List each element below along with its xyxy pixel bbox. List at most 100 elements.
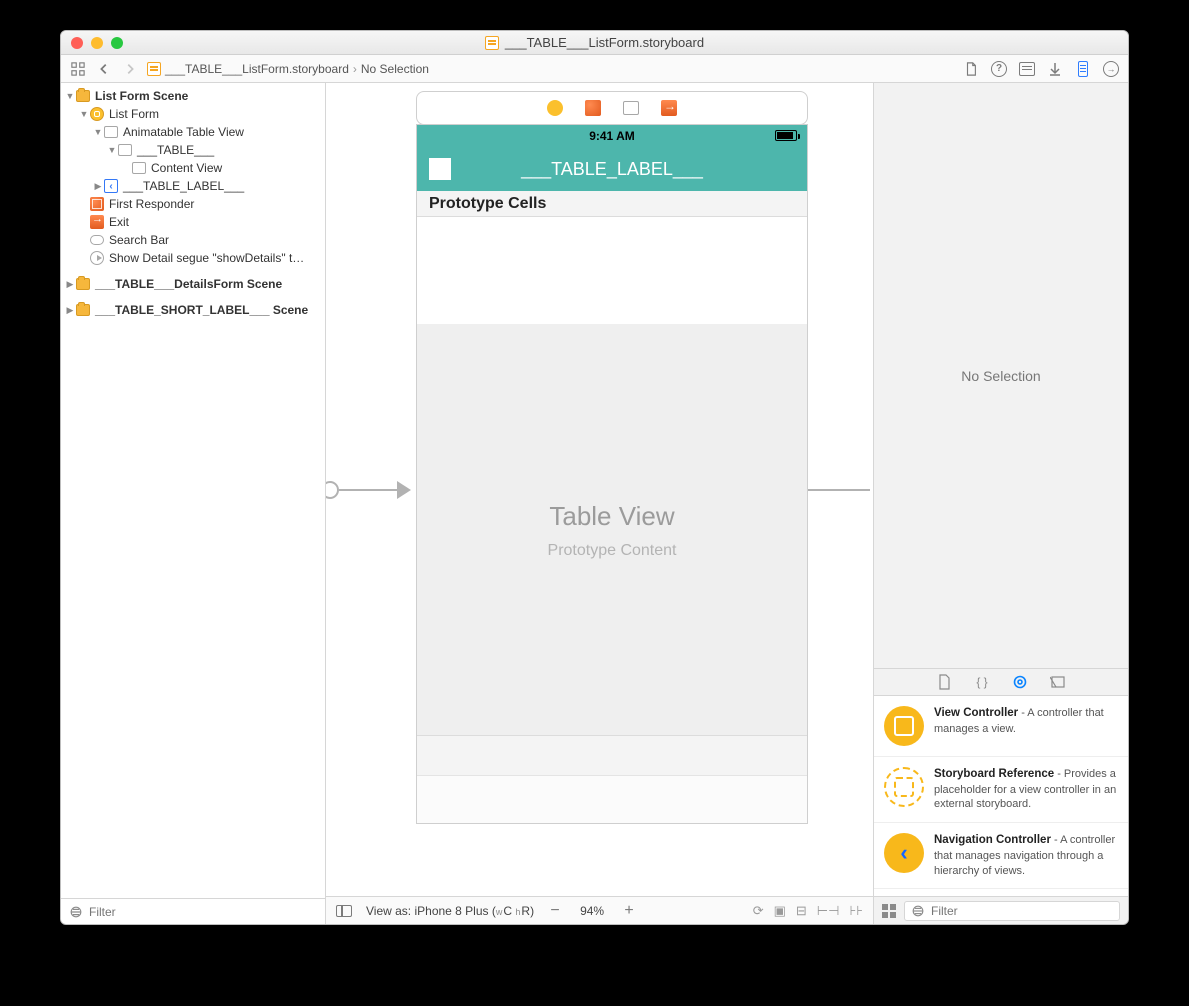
grid-view-icon[interactable]	[882, 904, 896, 918]
file-inspector-icon[interactable]	[962, 60, 980, 78]
view-icon	[118, 144, 132, 156]
object-library-list[interactable]: View Controller - A controller that mana…	[874, 696, 1128, 896]
library-item-storyboard-reference[interactable]: Storyboard Reference - Provides a placeh…	[874, 757, 1128, 823]
identity-inspector-icon[interactable]	[1018, 60, 1036, 78]
toolbar-placeholder[interactable]	[417, 735, 807, 775]
titlebar: ___TABLE___ListForm.storyboard	[61, 31, 1128, 55]
outline-label: Show Detail segue "showDetails" t…	[109, 251, 304, 265]
scene-canvas-item[interactable]: 9:41 AM ___TABLE_LABEL___ Prototype Cell…	[416, 91, 808, 831]
toggle-outline-icon[interactable]	[336, 905, 352, 917]
first-responder-icon	[90, 197, 104, 211]
inspector-empty: No Selection	[874, 83, 1128, 668]
zoom-out-button[interactable]: −	[548, 902, 562, 920]
outline-viewcontroller[interactable]: ▼List Form	[61, 105, 325, 123]
exit-icon[interactable]	[661, 100, 677, 116]
no-selection-label: No Selection	[961, 368, 1040, 384]
bottom-safe-area	[417, 775, 807, 823]
window-title: ___TABLE___ListForm.storyboard	[505, 35, 704, 50]
library-filter-input[interactable]	[931, 904, 1113, 918]
outline-label: First Responder	[109, 197, 194, 211]
outline-scene[interactable]: ▼List Form Scene	[61, 87, 325, 105]
segue-line-icon[interactable]	[806, 489, 870, 491]
library-item-title: View Controller	[934, 707, 1018, 719]
quick-help-icon[interactable]: ?	[990, 60, 1008, 78]
outline-filter	[61, 898, 325, 924]
outline-segue[interactable]: Show Detail segue "showDetails" t…	[61, 249, 325, 267]
outline-label: ___TABLE___	[137, 143, 214, 157]
canvas-bottom-bar: View as: iPhone 8 Plus (wC hR) − 94% + ⟳…	[326, 896, 873, 924]
navigation-bar[interactable]: ___TABLE_LABEL___	[417, 147, 807, 191]
outline-label: ___TABLE_LABEL___	[123, 179, 244, 193]
zoom-in-button[interactable]: +	[622, 902, 636, 920]
library-item-view-controller[interactable]: View Controller - A controller that mana…	[874, 696, 1128, 757]
filter-icon	[69, 905, 83, 919]
storyboard-file-icon	[485, 36, 499, 50]
disclosure-triangle-icon[interactable]: ▼	[107, 145, 117, 155]
outline-view[interactable]: ▼ ___TABLE___	[61, 141, 325, 159]
scene-icon	[76, 304, 90, 316]
outline-searchbar[interactable]: Search Bar	[61, 231, 325, 249]
inspector-panel: No Selection { } View Controller - A con…	[873, 83, 1128, 924]
view-icon	[132, 162, 146, 174]
segue-icon	[90, 251, 104, 265]
chevron-right-icon: ›	[353, 62, 357, 76]
object-library-icon[interactable]	[1012, 674, 1028, 690]
exit-icon	[90, 215, 104, 229]
outline-view[interactable]: ▼ Animatable Table View	[61, 123, 325, 141]
ib-canvas[interactable]: 9:41 AM ___TABLE_LABEL___ Prototype Cell…	[326, 83, 873, 924]
disclosure-triangle-icon[interactable]: ▶	[93, 181, 103, 192]
scene-dock[interactable]	[416, 91, 808, 125]
attributes-inspector-icon[interactable]	[1046, 60, 1064, 78]
bar-button-placeholder-icon[interactable]	[429, 158, 451, 180]
file-template-library-icon[interactable]	[936, 674, 952, 690]
first-responder-icon[interactable]	[585, 100, 601, 116]
outline-label: Content View	[151, 161, 222, 175]
disclosure-triangle-icon[interactable]: ▼	[93, 127, 103, 137]
update-frames-icon[interactable]: ⟳	[753, 903, 764, 919]
view-icon[interactable]	[623, 101, 639, 115]
nav-forward-icon[interactable]	[121, 60, 139, 78]
prototype-cell[interactable]	[417, 217, 807, 325]
size-inspector-icon[interactable]	[1074, 60, 1092, 78]
outline-navitem[interactable]: ▶‹___TABLE_LABEL___	[61, 177, 325, 195]
disclosure-triangle-icon[interactable]: ▼	[79, 109, 89, 119]
minimize-icon[interactable]	[91, 37, 103, 49]
breadcrumb[interactable]: ___TABLE___ListForm.storyboard › No Sele…	[147, 62, 429, 76]
outline-exit[interactable]: Exit	[61, 213, 325, 231]
zoom-level[interactable]: 94%	[580, 904, 604, 918]
status-bar: 9:41 AM	[417, 125, 807, 147]
scene-icon	[76, 90, 90, 102]
outline-label: Animatable Table View	[123, 125, 244, 139]
disclosure-triangle-icon[interactable]: ▶	[65, 279, 75, 290]
outline-label: ___TABLE_SHORT_LABEL___ Scene	[95, 303, 308, 317]
prototype-cells-header: Prototype Cells	[417, 191, 807, 217]
outline-first-responder[interactable]: First Responder	[61, 195, 325, 213]
related-items-icon[interactable]	[69, 60, 87, 78]
connections-inspector-icon[interactable]: →	[1102, 60, 1120, 78]
media-library-icon[interactable]	[1050, 674, 1066, 690]
view-as-control[interactable]: View as: iPhone 8 Plus (wC hR)	[366, 904, 534, 918]
filter-icon	[911, 904, 925, 918]
disclosure-triangle-icon[interactable]: ▼	[65, 91, 75, 101]
resolve-issues-icon[interactable]: ⊦⊦	[849, 903, 863, 919]
table-view-placeholder[interactable]: Table View Prototype Content	[417, 325, 807, 735]
initial-vc-arrow-icon[interactable]	[326, 481, 411, 499]
outline-label: Exit	[109, 215, 129, 229]
library-item-navigation-controller[interactable]: ‹ Navigation Controller - A controller t…	[874, 823, 1128, 889]
library-filter	[874, 896, 1128, 924]
document-outline: ▼List Form Scene ▼List Form ▼ Animatable …	[61, 83, 326, 924]
zoom-icon[interactable]	[111, 37, 123, 49]
embed-in-icon[interactable]: ▣	[774, 903, 786, 919]
view-controller-icon[interactable]	[547, 100, 563, 116]
nav-back-icon[interactable]	[95, 60, 113, 78]
breadcrumb-selection: No Selection	[361, 62, 429, 76]
disclosure-triangle-icon[interactable]: ▶	[65, 305, 75, 316]
code-snippet-library-icon[interactable]: { }	[974, 674, 990, 690]
add-constraints-icon[interactable]: ⊢⊣	[817, 903, 840, 919]
close-icon[interactable]	[71, 37, 83, 49]
align-icon[interactable]: ⊟	[796, 903, 807, 919]
outline-scene[interactable]: ▶ ___TABLE_SHORT_LABEL___ Scene	[61, 301, 325, 319]
outline-scene[interactable]: ▶___TABLE___DetailsForm Scene	[61, 275, 325, 293]
outline-filter-input[interactable]	[89, 905, 317, 919]
outline-view[interactable]: Content View	[61, 159, 325, 177]
